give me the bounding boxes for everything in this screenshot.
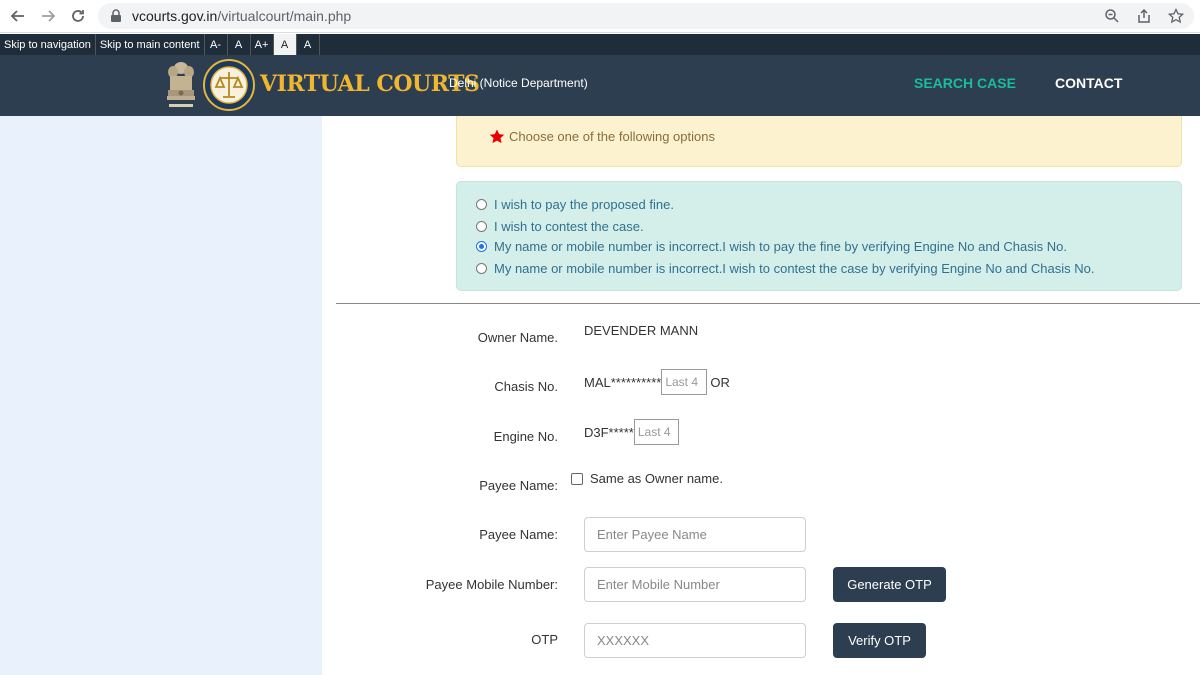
light-theme-button[interactable]: A — [273, 34, 297, 55]
engine-no-group: D3F***** Last 4 — [584, 419, 679, 445]
engine-no-label: Engine No. — [493, 429, 558, 444]
skip-to-navigation-link[interactable]: Skip to navigation — [0, 34, 96, 55]
back-icon[interactable] — [6, 4, 30, 28]
section-divider — [336, 303, 1200, 304]
nav-contact[interactable]: CONTACT — [1055, 75, 1122, 91]
radio-pay-fine[interactable] — [476, 199, 487, 210]
share-icon[interactable] — [1134, 6, 1154, 26]
same-as-owner-checkbox[interactable] — [571, 472, 583, 485]
option-pay-verify[interactable]: My name or mobile number is incorrect.I … — [476, 239, 1067, 254]
option-label: I wish to contest the case. — [494, 219, 644, 234]
option-label: I wish to pay the proposed fine. — [494, 197, 674, 212]
generate-otp-button[interactable]: Generate OTP — [833, 567, 946, 602]
radio-contest-case[interactable] — [476, 221, 487, 232]
payee-name-check-label: Payee Name: — [479, 478, 558, 493]
payee-name-label: Payee Name: — [479, 527, 558, 542]
otp-label: OTP — [531, 632, 558, 647]
option-contest-verify[interactable]: My name or mobile number is incorrect.I … — [476, 261, 1094, 276]
bookmark-star-icon[interactable] — [1166, 6, 1186, 26]
option-contest-case[interactable]: I wish to contest the case. — [476, 219, 644, 234]
national-emblem-icon — [167, 62, 195, 107]
option-pay-fine[interactable]: I wish to pay the proposed fine. — [476, 197, 674, 212]
payee-mobile-input[interactable]: Enter Mobile Number — [584, 567, 806, 602]
forward-icon[interactable] — [36, 4, 60, 28]
zoom-icon[interactable] — [1102, 6, 1122, 26]
skip-to-main-content-link[interactable]: Skip to main content — [96, 34, 205, 55]
otp-input[interactable]: XXXXXX — [584, 623, 806, 658]
payee-name-input[interactable]: Enter Payee Name — [584, 517, 806, 552]
star-icon — [489, 129, 505, 144]
court-seal-logo — [203, 59, 255, 111]
same-as-owner-label: Same as Owner name. — [590, 471, 723, 486]
site-header: VIRTUAL COURTS Delhi (Notice Department)… — [0, 55, 1200, 116]
chasis-last4-input[interactable]: Last 4 — [661, 369, 708, 395]
option-label: My name or mobile number is incorrect.I … — [494, 261, 1095, 276]
accessibility-bar: Skip to navigation Skip to main content … — [0, 34, 1200, 55]
owner-name-label: Owner Name. — [477, 330, 558, 345]
reload-icon[interactable] — [66, 4, 90, 28]
radio-pay-verify[interactable] — [476, 241, 487, 252]
chasis-no-label: Chasis No. — [494, 379, 558, 394]
left-sidebar — [0, 116, 322, 675]
address-bar[interactable]: vcourts.gov.in/virtualcourt/main.php — [98, 3, 1194, 29]
same-as-owner-option[interactable]: Same as Owner name. — [571, 471, 723, 486]
payee-mobile-label: Payee Mobile Number: — [425, 577, 558, 592]
notice-text: Choose one of the following options — [509, 129, 715, 144]
chasis-prefix: MAL********** — [584, 374, 662, 390]
options-panel: I wish to pay the proposed fine. I wish … — [456, 181, 1182, 291]
option-label: My name or mobile number is incorrect.I … — [494, 239, 1067, 254]
radio-contest-verify[interactable] — [476, 263, 487, 274]
department-label: Delhi (Notice Department) — [449, 76, 588, 90]
verify-otp-button[interactable]: Verify OTP — [833, 623, 926, 658]
site-brand-title[interactable]: VIRTUAL COURTS — [260, 71, 480, 97]
lock-icon — [111, 9, 121, 22]
engine-prefix: D3F***** — [584, 424, 634, 440]
font-normal-button[interactable]: A — [228, 34, 251, 55]
nav-search-case[interactable]: SEARCH CASE — [914, 75, 1016, 91]
url-text: vcourts.gov.in/virtualcourt/main.php — [132, 8, 352, 24]
engine-last4-input[interactable]: Last 4 — [633, 419, 679, 445]
font-decrease-button[interactable]: A- — [205, 34, 228, 55]
owner-name-value: DEVENDER MANN — [584, 323, 699, 338]
instruction-notice: Choose one of the following options — [456, 116, 1182, 167]
chasis-no-group: MAL********** Last 4 OR — [584, 369, 730, 395]
font-increase-button[interactable]: A+ — [251, 34, 274, 55]
notice-line: Choose one of the following options — [489, 129, 715, 144]
browser-toolbar: vcourts.gov.in/virtualcourt/main.php — [0, 0, 1200, 33]
chasis-or-text: OR — [710, 374, 730, 390]
dark-theme-button[interactable]: A — [296, 34, 320, 55]
